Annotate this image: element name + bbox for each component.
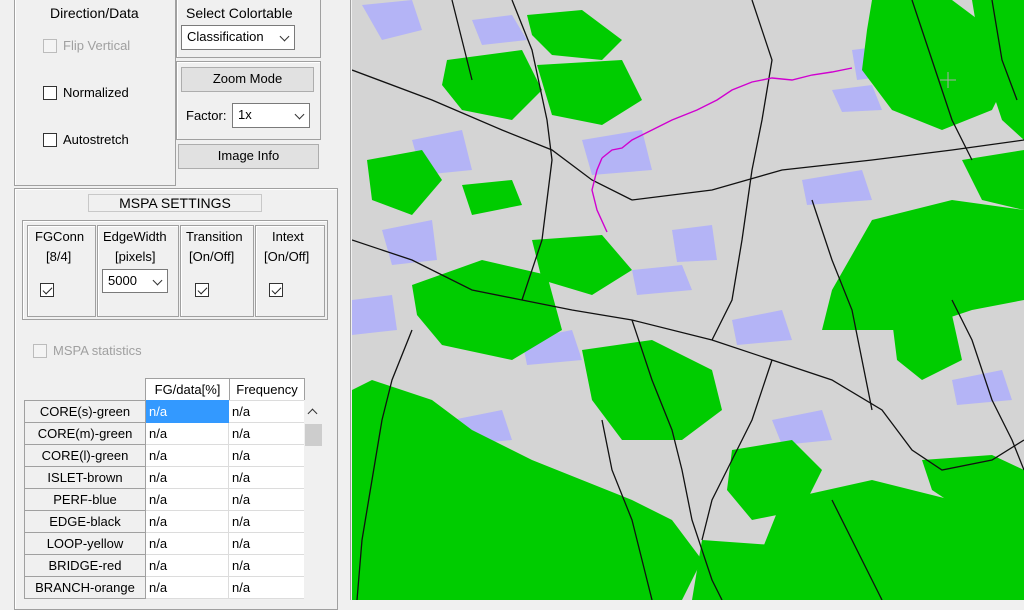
image-map-view[interactable] [352,0,1024,600]
flip-vertical-checkbox[interactable] [43,39,57,53]
factor-select[interactable]: 1x [232,103,310,128]
chevron-down-icon [279,31,290,42]
fg-cell[interactable]: n/a [145,466,229,489]
freq-cell[interactable]: n/a [228,532,312,555]
fg-cell[interactable]: n/a [145,422,229,445]
freq-cell[interactable]: n/a [228,466,312,489]
colortable-title: Select Colortable [186,5,293,21]
edgewidth-label: EdgeWidth [103,229,167,244]
row-name: EDGE-black [24,510,146,533]
freq-cell[interactable]: n/a [228,400,312,423]
row-name: BRIDGE-red [24,554,146,577]
table-header-fg: FG/data[%] [145,378,230,401]
control-panel: Direction/Data Flip Vertical Normalized … [0,0,351,610]
intext-checkbox[interactable] [269,283,283,297]
autostretch-label: Autostretch [63,132,129,147]
row-name: BRANCH-orange [24,576,146,599]
table-scrollbar[interactable] [304,400,322,600]
fg-cell[interactable]: n/a [145,400,229,423]
factor-value: 1x [238,107,252,122]
table-row[interactable]: EDGE-black n/a n/a [24,510,312,533]
table-header-frequency: Frequency [229,378,305,401]
landscape-map[interactable] [352,0,1024,600]
mspa-title: MSPA SETTINGS [88,194,262,212]
intext-sub: [On/Off] [264,249,310,264]
table-row[interactable]: CORE(l)-green n/a n/a [24,444,312,467]
fgconn-label: FGConn [35,229,85,244]
transition-sub: [On/Off] [189,249,235,264]
image-info-button[interactable]: Image Info [178,144,319,169]
table-row[interactable]: CORE(s)-green n/a n/a [24,400,312,423]
edgewidth-select[interactable]: 5000 [102,269,168,293]
table-row[interactable]: LOOP-yellow n/a n/a [24,532,312,555]
row-name: LOOP-yellow [24,532,146,555]
mspa-statistics-checkbox[interactable] [33,344,47,358]
freq-cell[interactable]: n/a [228,576,312,599]
colortable-select[interactable]: Classification [181,25,295,50]
chevron-up-icon[interactable] [307,408,318,419]
row-name: CORE(l)-green [24,444,146,467]
freq-cell[interactable]: n/a [228,444,312,467]
transition-label: Transition [186,229,243,244]
mspa-statistics-label: MSPA statistics [53,343,142,358]
intext-label: Intext [272,229,304,244]
freq-cell[interactable]: n/a [228,554,312,577]
colortable-value: Classification [187,29,264,44]
fg-cell[interactable]: n/a [145,444,229,467]
fg-cell[interactable]: n/a [145,532,229,555]
direction-data-title: Direction/Data [50,5,139,21]
edgewidth-sub: [pixels] [115,249,156,264]
autostretch-checkbox[interactable] [43,133,57,147]
chevron-down-icon [152,275,163,286]
row-name: CORE(s)-green [24,400,146,423]
table-row[interactable]: PERF-blue n/a n/a [24,488,312,511]
fg-cell[interactable]: n/a [145,554,229,577]
chevron-down-icon [294,109,305,120]
table-row[interactable]: CORE(m)-green n/a n/a [24,422,312,445]
normalized-label: Normalized [63,85,129,100]
fg-cell[interactable]: n/a [145,510,229,533]
table-row[interactable]: BRIDGE-red n/a n/a [24,554,312,577]
row-name: PERF-blue [24,488,146,511]
fgconn-checkbox[interactable] [40,283,54,297]
fgconn-sub: [8/4] [46,249,72,264]
fg-cell[interactable]: n/a [145,576,229,599]
edgewidth-value: 5000 [108,273,137,288]
fg-cell[interactable]: n/a [145,488,229,511]
freq-cell[interactable]: n/a [228,510,312,533]
freq-cell[interactable]: n/a [228,488,312,511]
freq-cell[interactable]: n/a [228,422,312,445]
table-row[interactable]: ISLET-brown n/a n/a [24,466,312,489]
row-name: CORE(m)-green [24,422,146,445]
normalized-checkbox[interactable] [43,86,57,100]
statistics-table: CORE(s)-green n/a n/a CORE(m)-green n/a n/a … [24,400,312,599]
scrollbar-thumb[interactable] [305,424,322,446]
row-name: ISLET-brown [24,466,146,489]
factor-label: Factor: [186,108,227,123]
zoom-mode-button[interactable]: Zoom Mode [181,67,314,92]
flip-vertical-label: Flip Vertical [63,38,131,53]
transition-checkbox[interactable] [195,283,209,297]
table-row[interactable]: BRANCH-orange n/a n/a [24,576,312,599]
